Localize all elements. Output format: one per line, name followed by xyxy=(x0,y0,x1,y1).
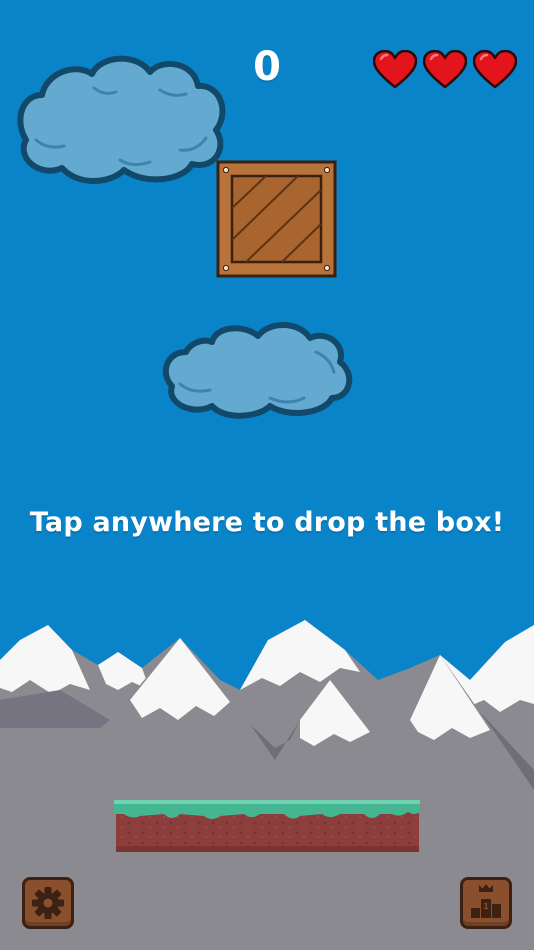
heart-icon xyxy=(423,50,467,89)
ground-platform xyxy=(114,800,420,852)
game-screen[interactable]: 0 Tap anywhere to drop the box! 1 xyxy=(0,0,534,950)
cloud-large xyxy=(17,55,226,184)
podium-crown-icon: 1 xyxy=(471,884,501,918)
heart-icon xyxy=(373,50,417,89)
heart-icon xyxy=(473,50,517,89)
podium-rank-label: 1 xyxy=(483,902,489,911)
game-scene[interactable] xyxy=(0,0,534,950)
leaderboard-button[interactable]: 1 xyxy=(460,877,512,929)
score-counter: 0 xyxy=(253,44,281,90)
gear-icon xyxy=(32,887,64,919)
wooden-crate xyxy=(216,160,337,278)
settings-button[interactable] xyxy=(22,877,74,929)
lives-indicator xyxy=(373,50,517,90)
tap-instruction: Tap anywhere to drop the box! xyxy=(29,507,505,538)
